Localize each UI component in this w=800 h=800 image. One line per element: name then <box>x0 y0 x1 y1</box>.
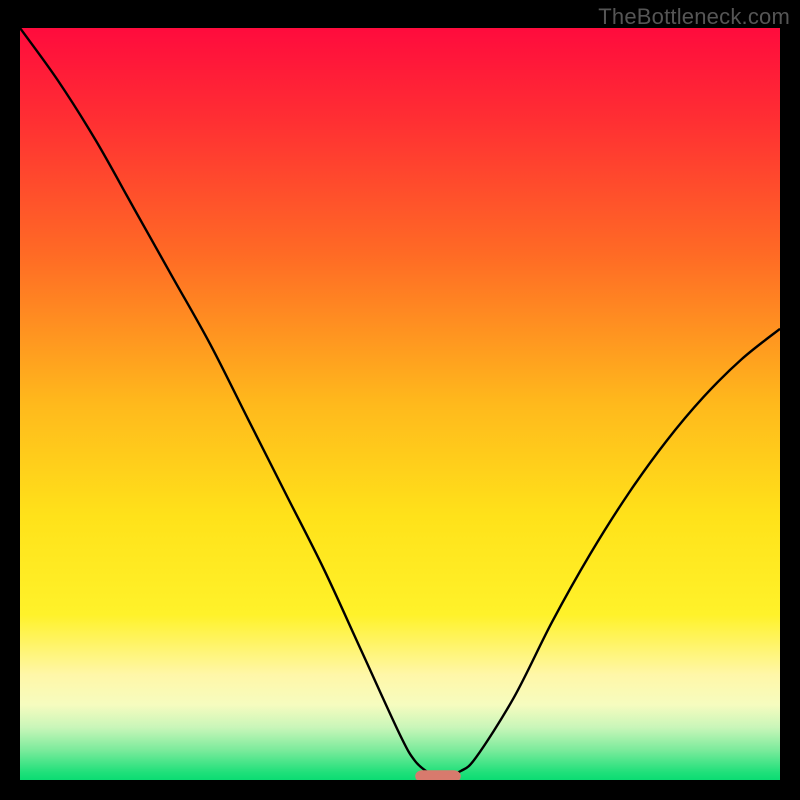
chart-frame: TheBottleneck.com <box>0 0 800 800</box>
bottleneck-plot <box>20 28 780 780</box>
optimal-marker <box>415 770 461 780</box>
watermark-label: TheBottleneck.com <box>598 4 790 30</box>
chart-svg <box>20 28 780 780</box>
gradient-background <box>20 28 780 780</box>
